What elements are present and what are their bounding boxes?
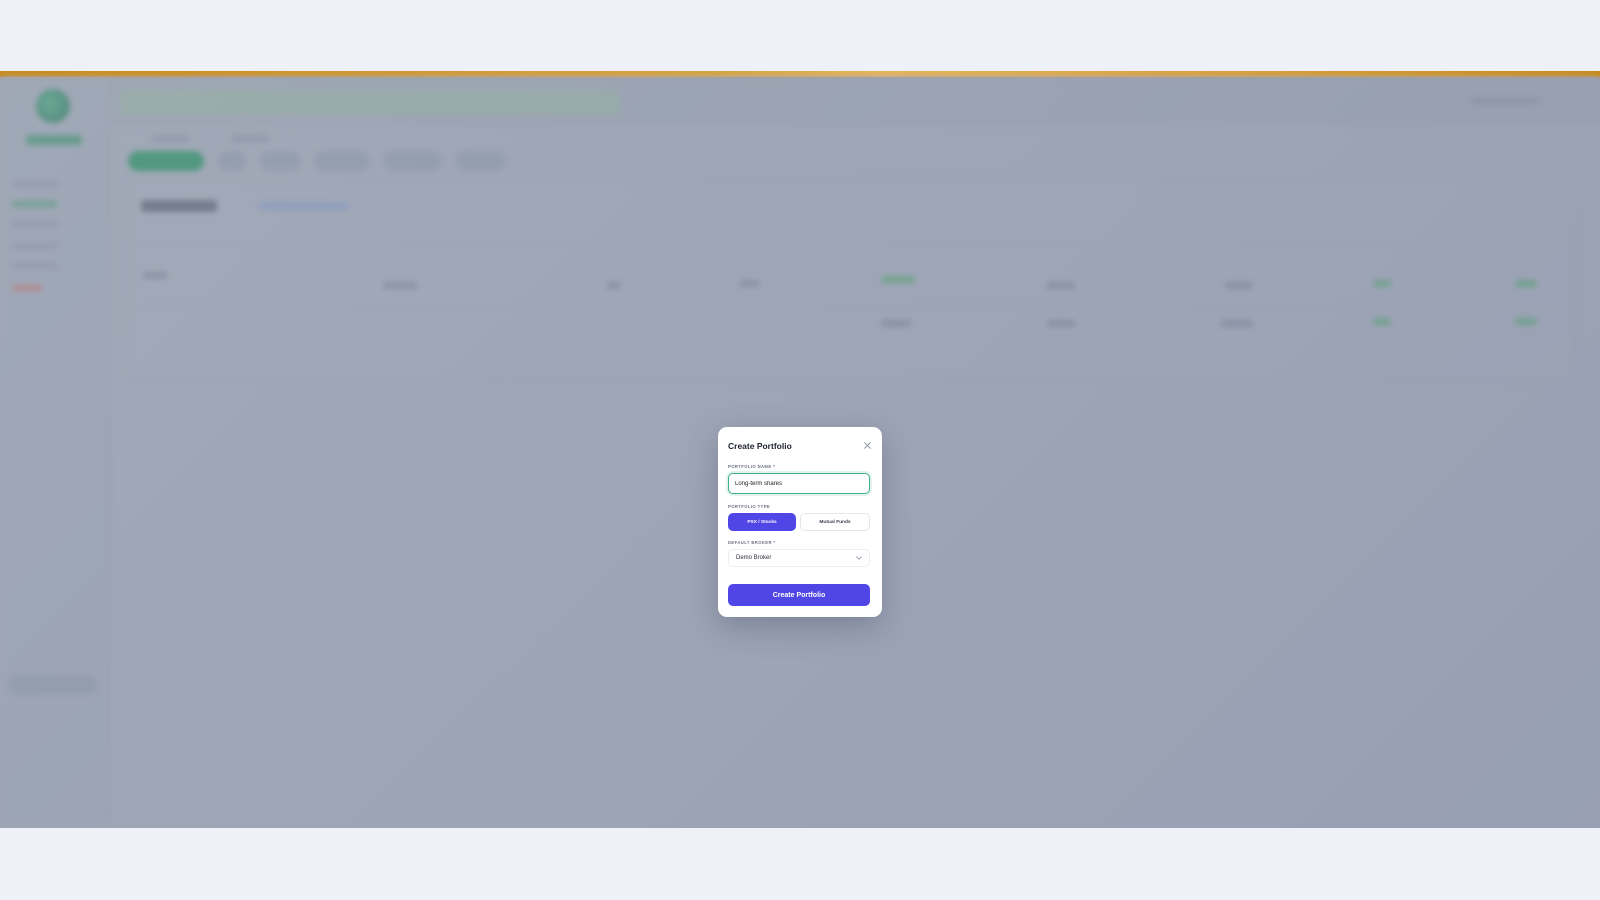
portfolio-type-toggle: PSX / Stocks Mutual Funds — [728, 513, 870, 531]
default-broker-label: DEFAULT BROKER * — [728, 540, 776, 545]
default-broker-select[interactable]: Demo Broker — [728, 549, 870, 567]
close-icon — [863, 441, 871, 449]
type-option-psx-stocks[interactable]: PSX / Stocks — [728, 513, 796, 531]
portfolio-name-label: PORTFOLIO NAME * — [728, 464, 776, 469]
portfolio-type-label: PORTFOLIO TYPE — [728, 504, 771, 509]
modal-title: Create Portfolio — [728, 441, 792, 451]
portfolio-name-input[interactable] — [728, 473, 870, 494]
create-portfolio-modal: Create Portfolio PORTFOLIO NAME * PORTFO… — [718, 427, 882, 617]
chevron-down-icon — [856, 556, 862, 560]
default-broker-value: Demo Broker — [736, 555, 772, 561]
create-portfolio-button[interactable]: Create Portfolio — [728, 584, 870, 606]
close-button[interactable] — [861, 439, 873, 451]
type-option-mutual-funds[interactable]: Mutual Funds — [800, 513, 870, 531]
